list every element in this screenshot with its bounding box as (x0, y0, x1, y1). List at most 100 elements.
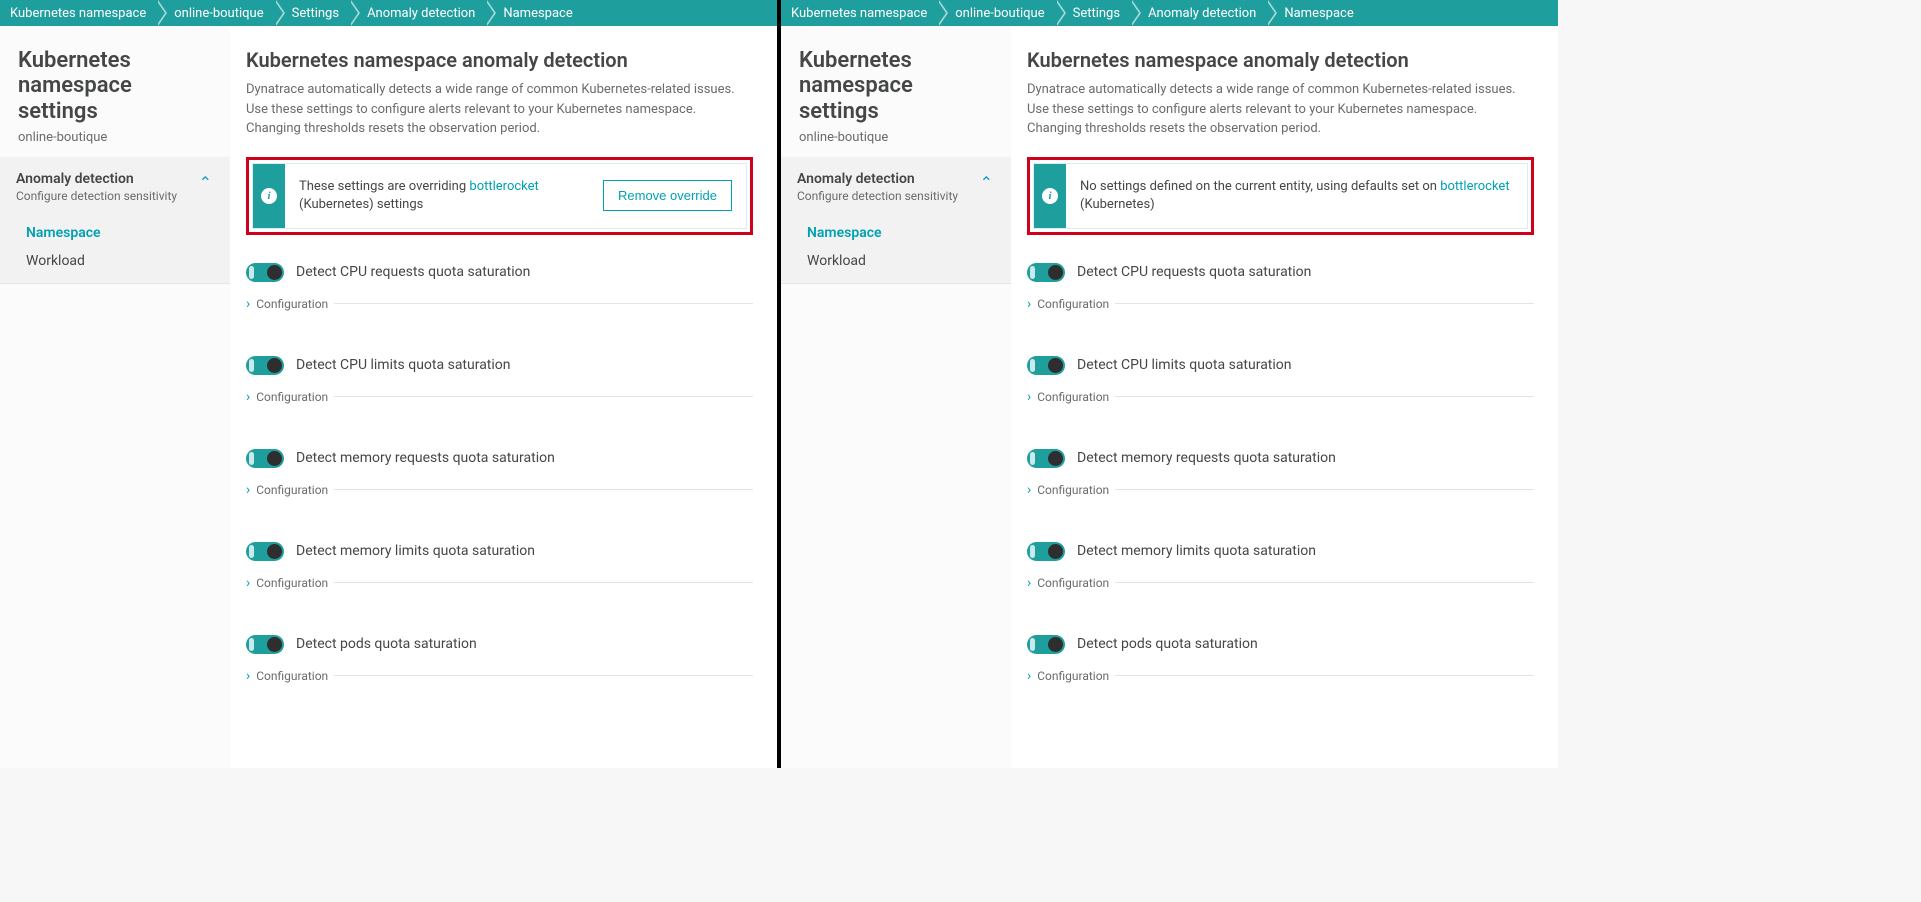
toggle-switch[interactable] (246, 356, 284, 375)
configuration-expander[interactable]: › Configuration (246, 296, 753, 312)
toggle-switch[interactable] (1027, 449, 1065, 468)
detection-row: Detect memory requests quota saturation ›… (1027, 449, 1534, 498)
info-icon: i (253, 164, 285, 228)
detection-label: Detect pods quota saturation (1077, 636, 1258, 652)
detection-label: Detect memory requests quota saturation (296, 450, 555, 466)
chevron-right-icon: › (246, 482, 250, 498)
sidebar-section-title: Anomaly detection (16, 171, 177, 187)
configuration-expander[interactable]: › Configuration (1027, 482, 1534, 498)
configuration-label: Configuration (256, 390, 328, 404)
info-banner-highlight: i These settings are overriding bottlero… (246, 157, 753, 235)
detection-label: Detect memory requests quota saturation (1077, 450, 1336, 466)
main-content: Kubernetes namespace anomaly detection D… (1011, 26, 1558, 768)
sidebar-item-workload[interactable]: Workload (781, 247, 1011, 275)
chevron-right-icon: › (246, 296, 250, 312)
configuration-expander[interactable]: ›Configuration (246, 575, 753, 591)
chevron-right-icon: › (246, 389, 250, 405)
toggle-switch[interactable] (1027, 263, 1065, 282)
info-link-bottlerocket[interactable]: bottlerocket (469, 179, 538, 194)
toggle-switch[interactable] (1027, 356, 1065, 375)
configuration-label: Configuration (1037, 297, 1109, 311)
divider-line (334, 489, 753, 490)
chevron-right-icon: › (1027, 668, 1031, 684)
content-title: Kubernetes namespace anomaly detection (246, 48, 753, 72)
chevron-right-icon: › (1027, 575, 1031, 591)
breadcrumb-item[interactable]: Kubernetes namespace (781, 0, 937, 26)
toggle-switch[interactable] (246, 635, 284, 654)
configuration-label: Configuration (1037, 483, 1109, 497)
configuration-label: Configuration (1037, 390, 1109, 404)
configuration-expander[interactable]: › Configuration (1027, 296, 1534, 312)
info-banner: i These settings are overriding bottlero… (252, 163, 747, 229)
sidebar-section-anomaly-detection[interactable]: Anomaly detection Configure detection se… (781, 157, 1011, 213)
configuration-expander[interactable]: ›Configuration (246, 482, 753, 498)
breadcrumb-item[interactable]: online-boutique (937, 0, 1054, 26)
info-text-pre: These settings are overriding (299, 179, 469, 194)
sidebar-item-namespace[interactable]: Namespace (781, 219, 1011, 247)
sidebar-item-workload[interactable]: Workload (0, 247, 230, 275)
breadcrumb-item[interactable]: Namespace (1266, 0, 1363, 26)
breadcrumb-item[interactable]: Namespace (485, 0, 582, 26)
page-title: Kubernetes namespace settings (18, 48, 212, 124)
chevron-right-icon: › (246, 668, 250, 684)
divider-line (1115, 303, 1534, 304)
divider-line (1115, 582, 1534, 583)
configuration-label: Configuration (1037, 576, 1109, 590)
info-glyph: i (261, 188, 277, 204)
breadcrumb-item[interactable]: Settings (274, 0, 349, 26)
configuration-expander[interactable]: ›Configuration (246, 668, 753, 684)
breadcrumb-item[interactable]: Kubernetes namespace (0, 0, 156, 26)
toggle-switch[interactable] (246, 263, 284, 282)
info-text: No settings defined on the current entit… (1080, 178, 1513, 214)
detection-row: Detect memory limits quota saturation›Co… (1027, 542, 1534, 591)
divider-line (334, 675, 753, 676)
detection-label: Detect CPU requests quota saturation (1077, 264, 1311, 280)
info-text-post: (Kubernetes) (1080, 197, 1155, 212)
page-subtitle: online-boutique (18, 130, 212, 145)
breadcrumb: Kubernetes namespace online-boutique Set… (781, 0, 1558, 26)
configuration-label: Configuration (1037, 669, 1109, 683)
detection-label: Detect CPU limits quota saturation (1077, 357, 1292, 373)
toggle-switch[interactable] (1027, 542, 1065, 561)
info-banner: i No settings defined on the current ent… (1033, 163, 1528, 229)
detection-label: Detect CPU requests quota saturation (296, 264, 530, 280)
divider-line (334, 396, 753, 397)
sidebar-item-namespace[interactable]: Namespace (0, 219, 230, 247)
configuration-expander[interactable]: › Configuration (1027, 575, 1534, 591)
divider-line (1115, 489, 1534, 490)
page-title: Kubernetes namespace settings (799, 48, 993, 124)
detection-row: Detect CPU limits quota saturation › Confi… (246, 356, 753, 405)
toggle-switch[interactable] (1027, 635, 1065, 654)
breadcrumb-item[interactable]: Anomaly detection (349, 0, 485, 26)
divider (0, 283, 230, 284)
content-title: Kubernetes namespace anomaly detection (1027, 48, 1534, 72)
toggle-switch[interactable] (246, 449, 284, 468)
panel-left: Kubernetes namespace online-boutique Set… (0, 0, 777, 768)
info-link-bottlerocket[interactable]: bottlerocket (1440, 179, 1509, 194)
detection-row: Detect pods quota saturation › Configurati… (1027, 635, 1534, 684)
configuration-expander[interactable]: ›Configuration (1027, 389, 1534, 405)
sidebar-section-subtitle: Configure detection sensitivity (797, 189, 958, 203)
breadcrumb-item[interactable]: online-boutique (156, 0, 273, 26)
chevron-right-icon: › (1027, 296, 1031, 312)
detection-label: Detect CPU limits quota saturation (296, 357, 511, 373)
sidebar-section-anomaly-detection[interactable]: Anomaly detection Configure detection se… (0, 157, 230, 213)
chevron-right-icon: › (1027, 482, 1031, 498)
detection-row: Detect memory requests quota saturation ›… (246, 449, 753, 498)
panel-right: Kubernetes namespace online-boutique Set… (781, 0, 1558, 768)
configuration-expander[interactable]: › Configuration (1027, 668, 1534, 684)
remove-override-button[interactable]: Remove override (603, 180, 732, 211)
detection-row: Detect CPU requests quota saturation › Con… (246, 263, 753, 312)
content-description: Dynatrace automatically detects a wide r… (1027, 80, 1534, 139)
divider-line (334, 582, 753, 583)
breadcrumb-item[interactable]: Anomaly detection (1130, 0, 1266, 26)
divider (781, 283, 1011, 284)
configuration-label: Configuration (256, 297, 328, 311)
sidebar: Kubernetes namespace settings online-bou… (0, 26, 230, 768)
info-text-post: (Kubernetes) settings (299, 197, 423, 212)
toggle-switch[interactable] (246, 542, 284, 561)
breadcrumb-item[interactable]: Settings (1055, 0, 1130, 26)
configuration-expander[interactable]: › Configuration (246, 389, 753, 405)
sidebar: Kubernetes namespace settings online-bou… (781, 26, 1011, 768)
detection-row: Detect pods quota saturation›Configurati… (246, 635, 753, 684)
